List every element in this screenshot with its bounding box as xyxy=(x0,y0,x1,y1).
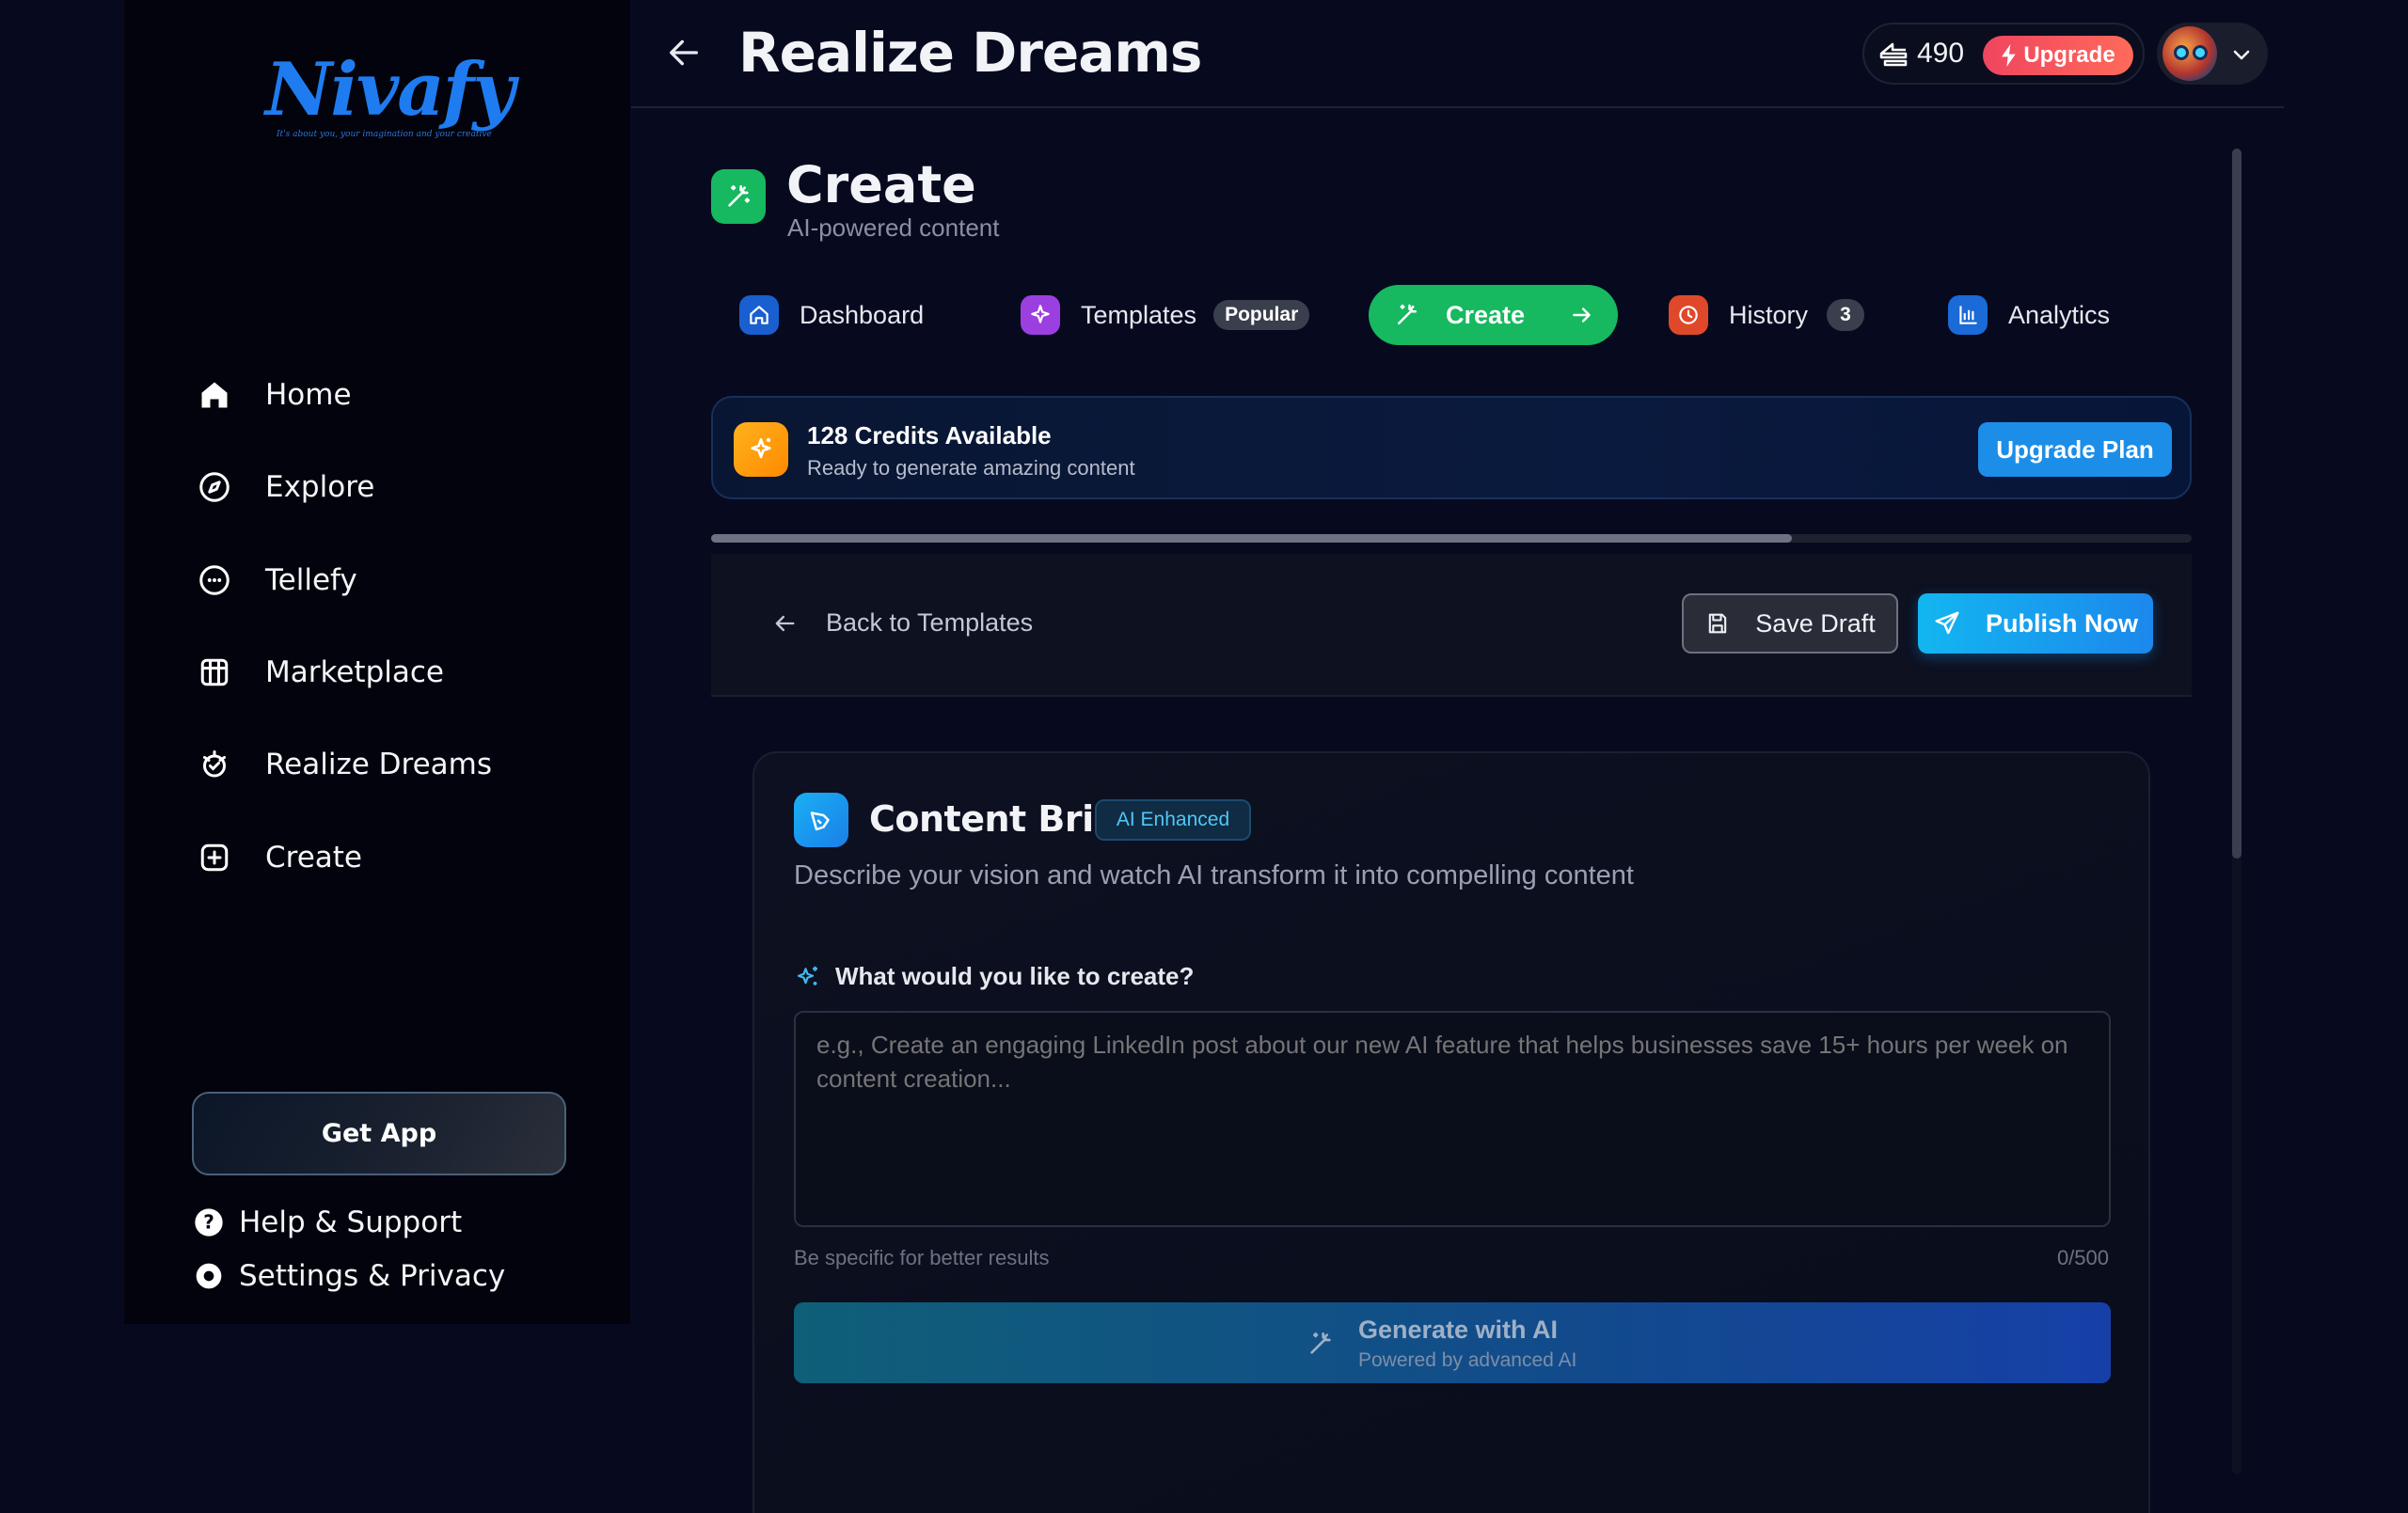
sidebar-item-label: Home xyxy=(265,378,352,412)
compass-icon xyxy=(196,468,233,506)
back-to-templates-label: Back to Templates xyxy=(826,608,1034,637)
back-arrow-icon[interactable] xyxy=(665,34,703,71)
content-brief-description: Describe your vision and watch AI transf… xyxy=(794,860,1634,890)
sidebar-item-home[interactable]: Home xyxy=(196,367,534,423)
logo-tagline: It's about you, your imagination and you… xyxy=(277,130,492,139)
page-title: Realize Dreams xyxy=(738,21,1202,85)
get-app-button[interactable]: Get App xyxy=(192,1092,566,1175)
sidebar-item-explore[interactable]: Explore xyxy=(196,459,534,515)
scrollbar[interactable] xyxy=(2232,149,2242,1474)
tab-analytics[interactable]: Analytics xyxy=(1948,285,2110,345)
bar-chart-icon xyxy=(1948,295,1988,335)
section-title: Create xyxy=(786,155,976,214)
help-icon: ? xyxy=(194,1207,224,1237)
coin-stack-icon xyxy=(1877,40,1911,71)
content-brief-title: Content Brief xyxy=(869,798,1133,840)
credits-pill[interactable]: 490 Upgrade xyxy=(1862,23,2145,85)
upgrade-plan-button[interactable]: Upgrade Plan xyxy=(1978,422,2172,477)
sidebar-item-label: Realize Dreams xyxy=(265,748,492,781)
profile-menu[interactable] xyxy=(2157,23,2268,85)
tab-templates[interactable]: Templates Popular xyxy=(1021,285,1310,345)
prompt-textarea[interactable] xyxy=(794,1011,2111,1227)
logo[interactable]: Nivafy It's about you, your imagination … xyxy=(265,28,515,150)
tab-progress-fill xyxy=(711,534,1793,543)
sparkle-icon xyxy=(734,422,788,477)
send-icon xyxy=(1935,611,1959,635)
sparkle-icon xyxy=(797,966,817,985)
help-support-link[interactable]: ? Help & Support xyxy=(194,1206,462,1239)
store-icon xyxy=(196,654,233,691)
content-brief-card: Content Brief AI Enhanced Describe your … xyxy=(752,751,2150,1513)
credits-available: 128 Credits Available xyxy=(807,421,1052,449)
settings-privacy-label: Settings & Privacy xyxy=(239,1259,506,1293)
ai-enhanced-badge: AI Enhanced xyxy=(1095,799,1251,841)
lightning-icon xyxy=(2002,44,2016,67)
chat-icon xyxy=(196,561,233,599)
upgrade-button[interactable]: Upgrade xyxy=(1983,36,2133,75)
wand-icon xyxy=(711,169,766,224)
history-count-badge: 3 xyxy=(1827,299,1865,331)
credits-banner: 128 Credits Available Ready to generate … xyxy=(711,396,2192,499)
sidebar-item-label: Tellefy xyxy=(265,563,357,597)
plus-square-icon xyxy=(196,839,233,876)
save-draft-label: Save Draft xyxy=(1755,608,1876,638)
history-icon xyxy=(1669,295,1708,335)
back-to-templates-link[interactable]: Back to Templates xyxy=(771,608,1033,638)
tab-create[interactable]: Create xyxy=(1369,285,1618,345)
tab-label: Create xyxy=(1446,300,1526,329)
pen-icon xyxy=(794,793,848,847)
tab-dashboard[interactable]: Dashboard xyxy=(739,285,924,345)
arrow-left-icon xyxy=(775,615,795,631)
credits-count: 490 xyxy=(1917,38,1965,69)
home-icon xyxy=(739,295,779,335)
sidebar-item-label: Marketplace xyxy=(265,655,444,689)
scrollbar-thumb[interactable] xyxy=(2232,149,2242,859)
dream-icon xyxy=(196,746,233,783)
wand-icon xyxy=(1306,1329,1336,1359)
help-support-label: Help & Support xyxy=(239,1206,463,1239)
sparkle-icon xyxy=(1021,295,1060,335)
credits-subtitle: Ready to generate amazing content xyxy=(807,456,1135,480)
avatar xyxy=(2162,26,2217,81)
sidebar: Nivafy It's about you, your imagination … xyxy=(124,0,630,1324)
svg-text:?: ? xyxy=(203,1211,214,1234)
sidebar-item-label: Explore xyxy=(265,470,375,504)
prompt-label: What would you like to create? xyxy=(794,962,1194,991)
top-header: Realize Dreams 490 Upgrade xyxy=(631,0,2284,108)
prompt-label-text: What would you like to create? xyxy=(835,962,1195,990)
settings-privacy-link[interactable]: Settings & Privacy xyxy=(194,1259,505,1293)
tab-progress-track xyxy=(711,534,2192,543)
arrow-right-icon xyxy=(1573,307,1591,323)
gear-icon xyxy=(194,1261,224,1291)
generate-subtitle: Powered by advanced AI xyxy=(1358,1349,1577,1371)
editor-toolbar: Back to Templates Save Draft Publish Now xyxy=(711,554,2192,697)
logo-wordmark: Nivafy xyxy=(265,47,515,133)
home-icon xyxy=(196,376,233,414)
character-counter: 0/500 xyxy=(2056,1246,2109,1269)
sidebar-item-create[interactable]: Create xyxy=(196,829,534,886)
popular-badge: Popular xyxy=(1213,300,1310,330)
tab-label: Dashboard xyxy=(800,300,925,329)
tab-label: History xyxy=(1729,300,1809,329)
sidebar-item-realize-dreams[interactable]: Realize Dreams xyxy=(196,736,534,793)
tab-bar: Dashboard Templates Popular Create Histo… xyxy=(711,285,2192,543)
generate-title: Generate with AI xyxy=(1358,1316,1559,1344)
sidebar-item-marketplace[interactable]: Marketplace xyxy=(196,644,534,701)
save-icon xyxy=(1709,613,1727,634)
save-draft-button[interactable]: Save Draft xyxy=(1682,593,1898,654)
wand-icon xyxy=(1387,295,1427,335)
publish-now-button[interactable]: Publish Now xyxy=(1918,593,2153,654)
publish-now-label: Publish Now xyxy=(1986,608,2138,638)
sidebar-item-label: Create xyxy=(265,841,363,875)
generate-with-ai-button[interactable]: Generate with AI Powered by advanced AI xyxy=(794,1302,2111,1383)
tab-history[interactable]: History 3 xyxy=(1669,285,1865,345)
prompt-hint: Be specific for better results xyxy=(794,1246,1050,1269)
tab-label: Analytics xyxy=(2008,300,2111,329)
upgrade-label: Upgrade xyxy=(2023,42,2115,68)
sidebar-item-tellefy[interactable]: Tellefy xyxy=(196,552,534,608)
section-subtitle: AI-powered content xyxy=(787,213,1000,242)
tab-label: Templates xyxy=(1081,300,1197,329)
chevron-down-icon xyxy=(2230,43,2253,66)
